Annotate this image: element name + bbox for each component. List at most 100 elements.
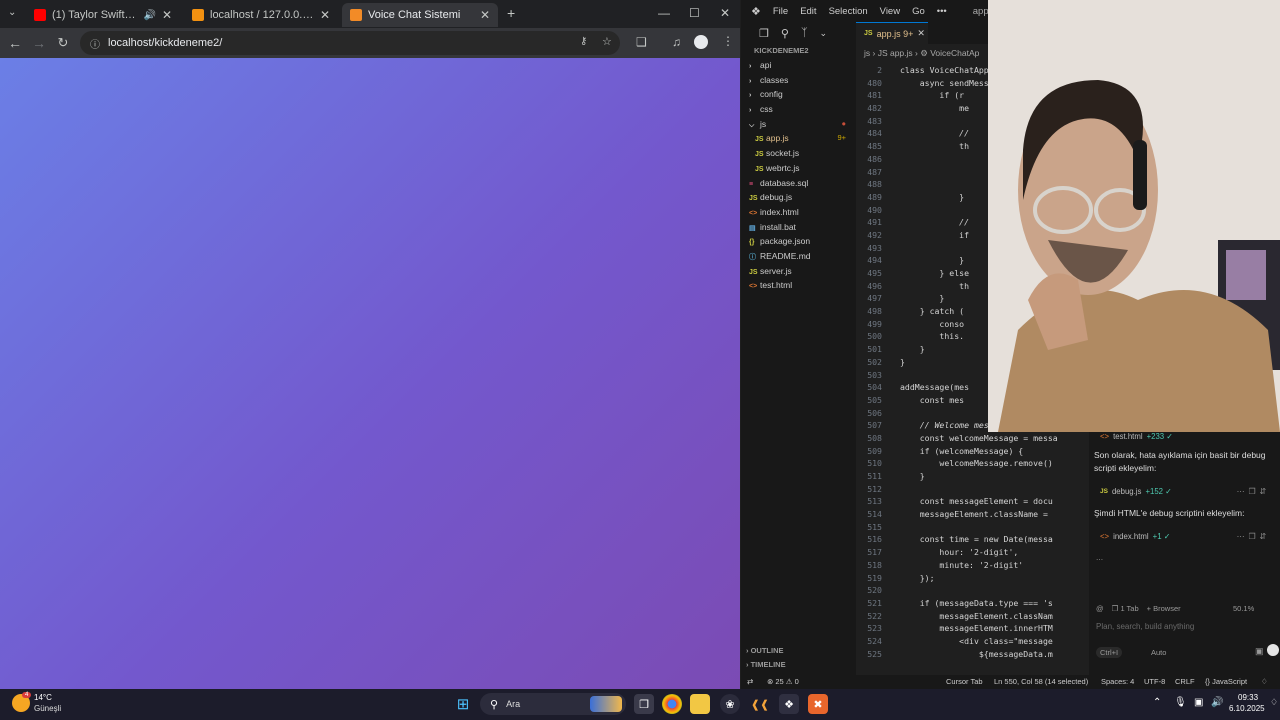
browser-context-pill[interactable]: + Browser: [1147, 604, 1181, 613]
media-control-icon[interactable]: ♫: [672, 35, 681, 49]
eol-status[interactable]: CRLF: [1175, 677, 1195, 686]
language-mode[interactable]: {} JavaScript: [1205, 677, 1247, 686]
password-key-icon[interactable]: ⚷: [580, 36, 587, 47]
cursor-position[interactable]: Ln 550, Col 58 (14 selected): [994, 677, 1088, 686]
stop-generation-button[interactable]: [1267, 644, 1279, 656]
microphone-icon[interactable]: 🎙: [1174, 697, 1187, 708]
xampp-icon[interactable]: ✖: [808, 694, 828, 714]
breadcrumb[interactable]: js › JS app.js › ⚙ VoiceChatAp: [864, 48, 979, 59]
agent-mode-button[interactable]: Ctrl+I: [1096, 647, 1123, 658]
extensions-icon[interactable]: ❑: [636, 35, 647, 49]
close-tab-icon[interactable]: ✕: [162, 8, 172, 22]
line-text: //: [900, 128, 970, 139]
cursor-editor-icon[interactable]: ❖: [779, 694, 799, 714]
menu-view[interactable]: View: [880, 6, 900, 17]
file-tree-item[interactable]: › classes: [741, 73, 856, 88]
model-select[interactable]: Auto: [1151, 648, 1166, 657]
file-tree-item[interactable]: JS socket.js: [741, 146, 856, 161]
image-attach-icon[interactable]: ▣: [1255, 646, 1264, 657]
file-tree-item[interactable]: › config: [741, 87, 856, 102]
file-tree-item[interactable]: ⌵ js ●: [741, 117, 856, 132]
timeline-section[interactable]: › TIMELINE: [746, 660, 786, 669]
notifications-icon[interactable]: ♢: [1270, 697, 1278, 708]
close-tab-icon[interactable]: ✕: [917, 28, 925, 39]
chat-input[interactable]: Plan, search, build anything: [1096, 622, 1194, 631]
app-icon[interactable]: ❀: [720, 694, 740, 714]
file-tree-item[interactable]: › api: [741, 58, 856, 73]
windows-start-icon[interactable]: ⊞: [453, 694, 473, 714]
line-number: 507: [867, 420, 882, 431]
notifications-bell-icon[interactable]: ♢: [1261, 677, 1268, 686]
speaker-icon[interactable]: 🔊: [143, 10, 155, 21]
task-view-icon[interactable]: ❐: [634, 694, 654, 714]
chrome-icon[interactable]: [662, 694, 682, 714]
network-icon[interactable]: ▣: [1194, 697, 1203, 708]
menu-edit[interactable]: Edit: [800, 6, 816, 17]
files-icon[interactable]: ❐: [759, 27, 769, 40]
problems-indicator[interactable]: ⊗ 25 ⚠ 0: [767, 677, 799, 686]
maximize-icon[interactable]: ☐: [689, 6, 700, 20]
forward-icon[interactable]: →: [27, 35, 51, 51]
browser-tab-youtube[interactable]: (1) Taylor Swift - Wi$h Li$t ( 🔊 ✕: [26, 3, 180, 27]
weather-desc[interactable]: Güneşli: [34, 704, 61, 713]
file-change-chip-test-html[interactable]: <> test.html +233 ✓: [1094, 428, 1274, 444]
file-change-chip-debug-js[interactable]: JS debug.js +152 ✓ ⋯❐⇵: [1094, 483, 1274, 499]
line-text: if (welcomeMessage) {: [900, 445, 1024, 456]
editor-tab-app-js[interactable]: JS app.js 9+ ✕: [856, 22, 928, 44]
clock-time[interactable]: 09:33: [1238, 693, 1258, 702]
search-icon[interactable]: ⚲: [781, 27, 789, 40]
file-tree-item[interactable]: JS server.js: [741, 264, 856, 279]
file-explorer-icon[interactable]: [690, 694, 710, 714]
file-tree-item[interactable]: ⓘ README.md: [741, 249, 856, 264]
tray-overflow-icon[interactable]: ⌃: [1153, 697, 1161, 708]
close-tab-icon[interactable]: ✕: [320, 8, 330, 22]
menu-file[interactable]: File: [773, 6, 788, 17]
close-tab-icon[interactable]: ✕: [480, 8, 490, 22]
minimize-icon[interactable]: —: [658, 6, 670, 20]
source-control-icon[interactable]: ᛉ: [801, 27, 808, 39]
chip-actions-icon[interactable]: ⋯❐⇵: [1237, 532, 1270, 541]
file-tree-item[interactable]: JS webrtc.js: [741, 161, 856, 176]
browser-tab-phpmyadmin[interactable]: localhost / 127.0.0.1 / voice_cha ✕: [184, 3, 338, 27]
menu-selection[interactable]: Selection: [829, 6, 868, 17]
file-tree-item[interactable]: JS debug.js: [741, 190, 856, 205]
audio-app-icon[interactable]: ❰❰: [750, 694, 770, 714]
close-window-icon[interactable]: ✕: [720, 6, 730, 20]
bookmark-star-icon[interactable]: ☆: [602, 35, 612, 48]
new-tab-button[interactable]: +: [507, 5, 515, 21]
chip-actions-icon[interactable]: ⋯❐⇵: [1237, 487, 1270, 496]
line-number: 491: [867, 217, 882, 228]
address-bar[interactable]: ⓘ localhost/kickdeneme2/ ⚷ ☆: [80, 31, 620, 55]
menu-more[interactable]: •••: [937, 6, 947, 17]
file-tree-item[interactable]: <> test.html: [741, 278, 856, 293]
file-tree-item[interactable]: ▤ install.bat: [741, 220, 856, 235]
weather-temp[interactable]: 14°C: [34, 693, 52, 702]
file-change-chip-index-html[interactable]: <> index.html +1 ✓ ⋯❐⇵: [1094, 528, 1274, 544]
url-text[interactable]: localhost/kickdeneme2/: [108, 37, 222, 49]
menu-go[interactable]: Go: [912, 6, 925, 17]
browser-tab-voice-chat[interactable]: Voice Chat Sistemi ✕: [342, 3, 498, 27]
taskbar-search[interactable]: ⚲ Ara: [480, 693, 626, 715]
file-tree-item[interactable]: › css: [741, 102, 856, 117]
at-mention-icon[interactable]: @: [1096, 604, 1104, 613]
clock-date[interactable]: 6.10.2025: [1229, 704, 1265, 713]
browser-menu-icon[interactable]: ⋮: [722, 34, 734, 48]
volume-icon[interactable]: 🔊: [1211, 697, 1223, 708]
chip-delta: +1 ✓: [1152, 531, 1171, 541]
file-tree-item[interactable]: <> index.html: [741, 205, 856, 220]
tabs-context-pill[interactable]: ❐ 1 Tab: [1112, 604, 1139, 613]
remote-icon[interactable]: ⇄: [747, 677, 753, 686]
indent-status[interactable]: Spaces: 4: [1101, 677, 1134, 686]
encoding-status[interactable]: UTF-8: [1144, 677, 1165, 686]
file-tree-item[interactable]: ≡ database.sql: [741, 176, 856, 191]
outline-section[interactable]: › OUTLINE: [746, 646, 784, 655]
chevron-down-icon[interactable]: ⌄: [820, 28, 828, 39]
file-tree-item[interactable]: JS app.js 9+: [741, 131, 856, 146]
cursor-tab-status[interactable]: Cursor Tab: [946, 677, 983, 686]
tab-search-icon[interactable]: ⌄: [8, 7, 16, 18]
back-icon[interactable]: ←: [3, 35, 27, 51]
reload-icon[interactable]: ↻: [51, 35, 75, 51]
profile-avatar-icon[interactable]: [694, 35, 708, 49]
site-info-icon[interactable]: ⓘ: [90, 36, 100, 51]
file-tree-item[interactable]: {} package.json: [741, 234, 856, 249]
